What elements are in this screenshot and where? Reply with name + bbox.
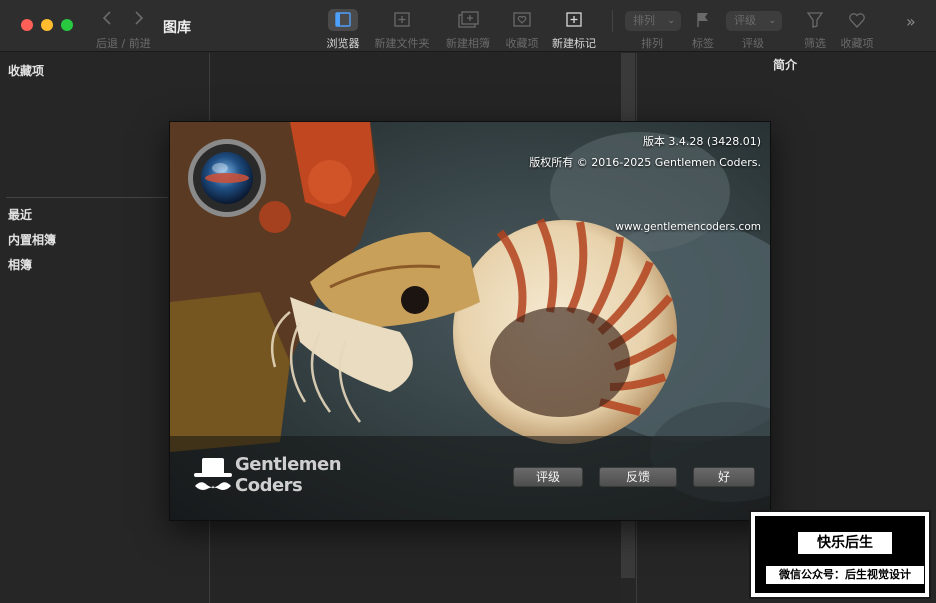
browser-label: 浏览器 <box>326 37 360 50</box>
filter-label: 筛选 <box>804 37 826 50</box>
minimize-window-button[interactable] <box>41 19 53 31</box>
chevron-down-icon: ⌄ <box>768 16 776 26</box>
sidebar-divider <box>6 197 168 198</box>
toolbar: 后退 / 前进 图库 浏览器 新建文件夹 新建相簿 收藏项 新建标记 排列 ⌄ … <box>0 0 936 52</box>
about-dialog: 版本 3.4.28 (3428.01) 版权所有 © 2016-2025 Gen… <box>169 121 771 521</box>
new-album-icon <box>453 9 483 31</box>
brand-line-1: Gentlemen <box>235 454 342 475</box>
favorite-folder-button[interactable]: 收藏项 <box>503 9 541 50</box>
new-album-label: 新建相簿 <box>446 37 490 50</box>
copyright-text: 版权所有 © 2016-2025 Gentlemen Coders. <box>529 156 761 169</box>
new-folder-button[interactable]: 新建文件夹 <box>372 9 432 50</box>
version-text: 版本 3.4.28 (3428.01) <box>642 135 761 148</box>
browser-icon <box>328 9 358 31</box>
new-marker-button[interactable]: 新建标记 <box>550 9 598 50</box>
favorites-label: 收藏项 <box>840 37 874 50</box>
chevron-left-icon[interactable] <box>100 10 114 26</box>
favorite-folder-label: 收藏项 <box>505 37 539 50</box>
sidebar-item-albums[interactable]: 相簿 <box>8 256 32 273</box>
new-marker-label: 新建标记 <box>552 37 596 50</box>
sidebar-item-recent[interactable]: 最近 <box>8 206 32 223</box>
brand-line-2: Coders <box>235 475 303 496</box>
favorites-button[interactable]: 收藏项 <box>838 9 876 50</box>
sidebar-item-builtin-albums[interactable]: 内置相簿 <box>8 231 56 248</box>
sort-select[interactable]: 排列 ⌄ <box>625 11 681 31</box>
watermark-panel: 快乐后生 微信公众号：后生视觉设计 <box>755 516 925 593</box>
new-album-button[interactable]: 新建相簿 <box>443 9 493 50</box>
window-title: 图库 <box>163 20 191 36</box>
browser-button[interactable]: 浏览器 <box>322 9 364 50</box>
double-chevron-right-icon[interactable]: » <box>906 12 916 31</box>
heart-icon <box>842 9 872 31</box>
chevron-down-icon: ⌄ <box>667 16 675 26</box>
toolbar-separator <box>612 10 613 32</box>
rate-button[interactable]: 评级 <box>513 467 583 487</box>
close-window-button[interactable] <box>21 19 33 31</box>
sort-label: 排列 <box>641 37 663 50</box>
funnel-icon <box>800 9 830 31</box>
sidebar-favorites-header: 收藏项 <box>8 64 45 78</box>
new-folder-icon <box>387 9 417 31</box>
flag-icon <box>688 9 718 31</box>
watermark: 快乐后生 微信公众号：后生视觉设计 <box>749 510 931 599</box>
back-forward-nav: 后退 / 前进 <box>96 8 154 50</box>
brand-logo: Gentlemen Coders <box>192 454 342 500</box>
watermark-title: 快乐后生 <box>798 532 892 554</box>
rating-label: 评级 <box>742 37 764 50</box>
ok-button[interactable]: 好 <box>693 467 755 487</box>
rating-value: 评级 <box>734 14 756 27</box>
tag-label: 标签 <box>692 37 714 50</box>
new-folder-label: 新建文件夹 <box>374 37 430 50</box>
tag-button[interactable]: 标签 <box>688 9 718 50</box>
gentleman-hat-icon <box>194 458 232 490</box>
new-marker-icon <box>559 9 589 31</box>
sort-value: 排列 <box>633 14 655 27</box>
chevron-right-icon[interactable] <box>132 10 146 26</box>
favorite-folder-icon <box>507 9 537 31</box>
nav-label: 后退 / 前进 <box>96 37 151 50</box>
filter-button[interactable]: 筛选 <box>800 9 830 50</box>
info-panel-title: 简介 <box>773 58 798 72</box>
rating-select[interactable]: 评级 ⌄ <box>726 11 782 31</box>
maximize-window-button[interactable] <box>61 19 73 31</box>
watermark-subtitle: 微信公众号：后生视觉设计 <box>766 566 924 584</box>
website-link[interactable]: www.gentlemencoders.com <box>615 221 761 233</box>
feedback-button[interactable]: 反馈 <box>599 467 677 487</box>
